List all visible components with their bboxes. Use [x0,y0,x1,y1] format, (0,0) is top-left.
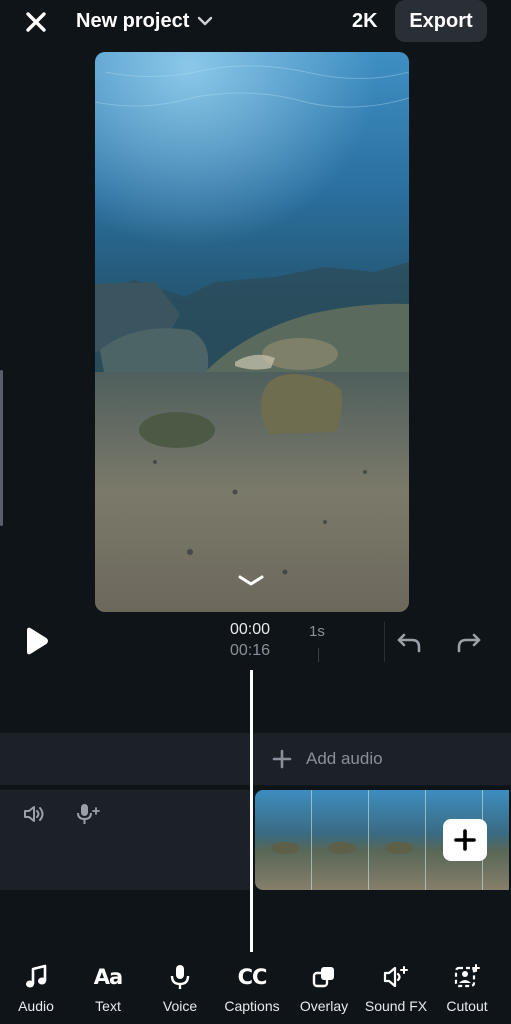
collapse-chevron-icon[interactable] [236,572,266,588]
timeline-tick-label: 1s [309,623,325,640]
clip-frame [369,790,426,890]
toolbar-captions-button[interactable]: CC Captions [216,962,288,1014]
overlay-icon [312,967,334,988]
export-button[interactable]: Export [395,0,487,42]
chevron-down-icon [198,16,213,26]
close-icon [26,12,46,32]
redo-button[interactable] [456,630,482,659]
play-icon [27,627,48,655]
toolbar-overlay-label: Overlay [299,998,349,1014]
plus-icon [454,829,476,851]
toolbar-text-button[interactable]: Aa Text [72,962,144,1014]
text-icon: Aa [93,965,123,989]
toolbar-text-label: Text [95,998,121,1014]
toolbar-sound-fx-label: Sound FX [364,998,428,1014]
redo-icon [457,633,481,653]
track-volume-button[interactable] [22,802,46,831]
add-clip-button[interactable] [443,819,487,861]
track-voice-effect-button[interactable] [76,802,102,831]
music-note-icon [26,964,47,988]
timeline-tick-mark [318,648,319,662]
toolbar-voice-label: Voice [162,998,198,1014]
toolbar-overlay-button[interactable]: Overlay [288,962,360,1014]
captions-icon: CC [237,965,268,989]
playhead[interactable] [250,670,253,952]
preview-frame [95,52,409,612]
toolbar-audio-label: Audio [18,998,54,1014]
play-button[interactable] [22,626,50,661]
cutout-icon [454,964,480,988]
current-time: 00:00 [230,621,271,638]
divider [384,622,385,662]
microphone-sparkle-icon [77,804,100,824]
toolbar-voice-button[interactable]: Voice [144,962,216,1014]
add-audio-button[interactable]: Add audio [272,746,383,772]
toolbar-cutout-button[interactable]: Cutout [431,962,503,1014]
edge-handle [0,370,3,526]
undo-button[interactable] [396,630,422,659]
project-title-dropdown[interactable]: New project [76,8,213,34]
plus-icon [272,749,292,769]
speaker-icon [24,806,44,822]
toolbar-audio-button[interactable]: Audio [0,962,72,1014]
audio-track [0,733,511,785]
toolbar-cutout-label: Cutout [446,998,488,1014]
total-duration: 00:16 [230,642,271,659]
video-preview[interactable] [95,52,409,612]
toolbar-captions-label: Captions [224,998,280,1014]
clip-frame [312,790,369,890]
close-button[interactable] [22,8,50,36]
microphone-icon [170,965,190,989]
project-title: New project [76,9,190,32]
clip-frame [255,790,312,890]
undo-icon [397,633,421,653]
toolbar-sound-fx-button[interactable]: Sound FX [360,962,432,1014]
add-audio-label: Add audio [306,749,383,768]
sound-fx-icon [383,966,408,988]
resolution-selector[interactable]: 2K [352,8,378,34]
